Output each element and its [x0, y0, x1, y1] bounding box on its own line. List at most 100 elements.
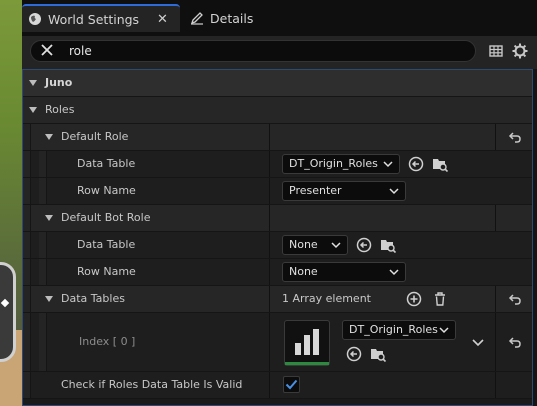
reset-to-default-icon[interactable] [508, 130, 522, 144]
tab-details[interactable]: Details [184, 4, 304, 32]
collapse-arrow-icon[interactable] [45, 134, 53, 140]
value-cell: DT_Origin_Roles [269, 313, 491, 371]
indent-guide [23, 178, 31, 204]
search-value: role [69, 44, 92, 58]
reset-cell [495, 286, 531, 312]
dropdown-value: None [289, 265, 318, 278]
edit-icon [190, 12, 203, 25]
chevron-down-icon [383, 161, 393, 168]
search-input[interactable]: role [30, 40, 476, 62]
browse-asset-icon[interactable] [432, 156, 448, 172]
reset-cell [495, 372, 531, 398]
property-data-tables[interactable]: Data Tables 1 Array element [23, 286, 532, 313]
reset-cell [495, 205, 531, 231]
index-label: Index [ 0 ] [79, 335, 136, 348]
index-asset-dropdown[interactable]: DT_Origin_Roles [342, 320, 456, 340]
indent-guide [23, 313, 31, 371]
gear-icon[interactable] [512, 43, 528, 59]
indent-guide [39, 259, 47, 285]
property-label: Default Role [61, 130, 129, 143]
indent-guide [23, 124, 31, 150]
value-cell [269, 372, 491, 398]
indent-guide [23, 372, 31, 398]
property-label: Default Bot Role [61, 211, 151, 224]
table-view-icon[interactable] [488, 43, 504, 59]
collapse-arrow-icon[interactable] [29, 107, 37, 113]
viewport-gizmo [0, 262, 16, 362]
property-label: Data Tables [61, 292, 125, 305]
use-selected-asset-icon[interactable] [346, 346, 362, 362]
value-cell: Presenter [269, 178, 491, 204]
category-juno[interactable]: Juno [23, 70, 532, 97]
property-label: Data Table [77, 238, 136, 251]
dropdown-value: DT_Origin_Roles [349, 323, 438, 336]
thumbnail-base [285, 362, 329, 365]
indent-guide [23, 205, 31, 231]
category-label: Juno [45, 76, 73, 89]
clear-search-icon[interactable] [39, 42, 55, 60]
property-row-name: Row Name Presenter [23, 178, 532, 205]
collapse-arrow-icon[interactable] [45, 296, 53, 302]
browse-asset-icon[interactable] [380, 237, 396, 253]
property-data-table: Data Table DT_Origin_Roles [23, 151, 532, 178]
indent-guide [39, 232, 47, 258]
trash-icon[interactable] [432, 291, 448, 307]
category-roles[interactable]: Roles [23, 97, 532, 124]
chevron-down-icon [389, 269, 399, 276]
valid-checkbox[interactable] [283, 376, 300, 393]
asset-thumbnail[interactable] [284, 320, 330, 366]
property-label: Row Name [77, 265, 136, 278]
value-cell: None [269, 259, 491, 285]
indent-guide [39, 151, 47, 177]
reset-to-default-icon[interactable] [508, 335, 522, 349]
value-cell: None [269, 232, 491, 258]
bot-data-table-dropdown[interactable]: None [282, 235, 348, 255]
checkmark-icon [285, 379, 298, 390]
value-cell: 1 Array element [269, 286, 491, 312]
property-check-valid: Check if Roles Data Table Is Valid [23, 372, 532, 399]
property-bot-row-name: Row Name None [23, 259, 532, 286]
tab-world-settings[interactable]: World Settings ✕ [22, 4, 180, 32]
chevron-down-icon [439, 327, 449, 334]
indent-guide [23, 259, 31, 285]
use-selected-asset-icon[interactable] [356, 237, 372, 253]
value-cell [269, 205, 491, 231]
chevron-down-icon [331, 242, 341, 249]
tab-bar: World Settings ✕ Details [22, 0, 537, 36]
level-viewport-edge [0, 0, 22, 406]
tab-label: Details [210, 10, 254, 26]
data-table-dropdown[interactable]: DT_Origin_Roles [282, 154, 400, 174]
property-label: Data Table [77, 157, 136, 170]
browse-asset-icon[interactable] [370, 346, 386, 362]
value-cell [269, 124, 491, 150]
tab-label: World Settings [48, 11, 140, 27]
indent-guide [23, 232, 31, 258]
property-label: Check if Roles Data Table Is Valid [61, 378, 243, 391]
close-tab-button[interactable]: ✕ [157, 12, 168, 27]
array-element-index-0: Index [ 0 ] DT_Origin_Roles [23, 313, 532, 372]
array-count: 1 Array element [282, 292, 371, 305]
collapse-arrow-icon[interactable] [29, 80, 37, 86]
thumbnail-bar [304, 335, 310, 355]
bot-row-name-dropdown[interactable]: None [282, 262, 406, 282]
add-element-icon[interactable] [406, 291, 422, 307]
property-default-role[interactable]: Default Role [23, 124, 532, 151]
reset-cell [495, 124, 531, 150]
category-label: Roles [45, 103, 75, 116]
dropdown-value: DT_Origin_Roles [289, 157, 378, 170]
details-panel: Juno Roles Default Role Data Table DT_Or… [22, 69, 533, 406]
property-default-bot-role[interactable]: Default Bot Role [23, 205, 532, 232]
indent-guide [39, 178, 47, 204]
use-selected-asset-icon[interactable] [408, 156, 424, 172]
indent-guide [23, 286, 31, 312]
chevron-down-icon[interactable] [470, 334, 486, 350]
thumbnail-bar [313, 329, 319, 355]
dropdown-value: None [289, 238, 318, 251]
property-label: Row Name [77, 184, 136, 197]
reset-cell [495, 313, 531, 371]
indent-guide [23, 151, 31, 177]
collapse-arrow-icon[interactable] [45, 215, 53, 221]
row-name-dropdown[interactable]: Presenter [282, 181, 406, 201]
reset-to-default-icon[interactable] [508, 292, 522, 306]
globe-icon [29, 13, 41, 25]
